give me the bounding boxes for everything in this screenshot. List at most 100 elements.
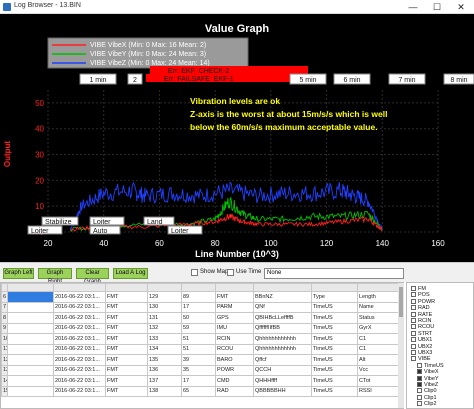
table-cell[interactable]: FMT [105,301,148,313]
tree-item-checkbox[interactable] [417,362,422,368]
table-cell[interactable]: FMT [105,333,148,345]
table-cell[interactable]: TimeUS [311,354,358,366]
use-time-checkbox[interactable] [227,269,234,276]
table-cell[interactable]: FMT [215,291,254,303]
table-cell[interactable]: TimeUS [311,343,358,355]
table-cell[interactable]: FMT [105,322,148,334]
log-data-grid[interactable]: 6 2016-06-22 03:1... FMT 129 89 FMT BBnNZ Type L… [0,282,404,409]
tree-item[interactable]: FM [411,286,426,292]
table-cell[interactable]: 51 [181,333,216,345]
table-cell[interactable] [7,291,54,303]
table-cell[interactable]: BARO [215,354,254,366]
tree-item-checkbox[interactable] [411,330,416,336]
table-cell[interactable]: 2016-06-22 03:1... [53,354,106,366]
field-tree[interactable]: FM POS POWR RAD RATE RCIN RCOU STRT UBX1 UBX2 UBX3… [406,282,474,409]
clear-graph-button[interactable]: Clear Graph [76,268,109,285]
table-cell[interactable]: 35 [181,364,216,376]
tree-item[interactable]: TimeUS [417,362,444,369]
table-cell[interactable]: 129 [147,291,182,303]
tree-item-checkbox[interactable] [417,394,422,400]
table-cell[interactable] [7,375,54,387]
table-cell[interactable]: PARM [215,301,254,313]
load-log-button[interactable]: Load A Log [113,268,148,279]
table-cell[interactable]: 2016-06-22 03:1... [53,333,106,345]
tree-item[interactable]: RAD [411,305,430,311]
table-cell[interactable]: 138 [147,385,182,397]
table-row[interactable]: 9 2016-06-22 03:1... FMT 132 59 IMU QffffffIIf… [1,322,403,334]
table-cell[interactable]: TimeUS [311,322,358,334]
table-cell[interactable]: QCCH [253,364,312,376]
tree-item-checkbox[interactable] [417,369,422,375]
tree-item[interactable]: Clip2 [417,401,437,407]
tree-item-checkbox[interactable] [417,388,422,394]
table-cell[interactable]: GPS [215,312,254,324]
table-cell[interactable]: 59 [181,322,216,334]
table-cell[interactable]: FMT [105,385,148,397]
table-cell[interactable] [7,385,54,397]
table-cell[interactable]: 50 [181,312,216,324]
table-row[interactable]: 112016-06-22 03:1...FMT13451RCOUQhhhhhhh… [1,343,403,355]
table-row[interactable]: 7 2016-06-22 03:1... FMT 130 17 PARM QNf TimeUS… [1,301,403,313]
tree-item[interactable]: UBX2 [411,343,432,350]
tree-item-checkbox[interactable] [417,375,422,381]
tree-item[interactable]: Clip1 [417,394,437,401]
scrollbar-thumb[interactable] [399,287,403,317]
table-cell[interactable]: 17 [181,375,216,387]
table-cell[interactable]: FMT [105,364,148,376]
tree-item-checkbox[interactable] [411,343,416,349]
tree-item-checkbox[interactable] [411,337,416,343]
tree-item-checkbox[interactable] [417,401,422,407]
table-cell[interactable]: RCIN [215,333,254,345]
table-cell[interactable]: FMT [105,375,148,387]
table-cell[interactable]: 137 [147,375,182,387]
table-cell[interactable]: 136 [147,364,182,376]
table-cell[interactable]: 2016-06-22 03:1... [53,312,106,324]
table-row[interactable]: 152016-06-22 03:1...FMT13865RADQBBBBBHHT… [1,385,403,397]
table-cell[interactable]: Type [311,291,358,303]
table-cell[interactable]: FMT [105,312,148,324]
table-cell[interactable]: 130 [147,301,182,313]
value-graph[interactable]: Value Graph VIBE VibeX (Min: 0 Max: 16 M… [0,14,474,262]
table-cell[interactable]: QffffffIIfBB [253,322,312,334]
table-row[interactable]: 8 2016-06-22 03:1... FMT 131 50 GPS QBIHBcLLef… [1,312,403,324]
table-cell[interactable]: RCOU [215,343,254,355]
table-cell[interactable]: QBIHBcLLeffffB [253,312,312,324]
table-cell[interactable] [7,322,54,334]
table-cell[interactable] [7,343,54,355]
tree-item[interactable]: VIBE [411,356,431,362]
table-cell[interactable]: 39 [181,354,216,366]
table-cell[interactable]: BBnNZ [253,291,312,303]
graph-canvas[interactable]: Value Graph VIBE VibeX (Min: 0 Max: 16 M… [0,14,474,262]
table-cell[interactable]: 2016-06-22 03:1... [53,375,106,387]
table-cell[interactable]: 2016-06-22 03:1... [53,322,106,334]
table-cell[interactable]: POWR [215,364,254,376]
table-cell[interactable]: Qhhhhhhhhhhhh [253,343,312,355]
tree-item[interactable]: VibeZ [417,382,438,388]
graph-left-button[interactable]: Graph Left [3,268,34,279]
table-cell[interactable]: TimeUS [311,385,358,397]
table-cell[interactable] [7,301,54,313]
maximize-button[interactable]: ☐ [426,0,448,14]
table-cell[interactable]: FMT [105,343,148,355]
table-scrollbar[interactable] [398,283,404,408]
table-cell[interactable]: TimeUS [311,364,358,376]
tree-item[interactable]: RATE [411,311,432,318]
table-cell[interactable]: TimeUS [311,312,358,324]
table-cell[interactable]: 17 [181,301,216,313]
tree-item-checkbox[interactable] [411,286,416,291]
table-cell[interactable]: 134 [147,343,182,355]
table-row[interactable]: 102016-06-22 03:1...FMT13351RCINQhhhhhhh… [1,333,403,345]
table-cell[interactable]: 2016-06-22 03:1... [53,301,106,313]
tree-item-checkbox[interactable] [411,356,416,362]
tree-item[interactable]: UBX1 [411,337,432,343]
tree-item[interactable]: UBX3 [411,350,432,356]
table-cell[interactable] [7,364,54,376]
table-cell[interactable]: RAD [215,385,254,397]
table-cell[interactable]: FMT [105,354,148,366]
table-cell[interactable]: QHHHffff [253,375,312,387]
tree-item[interactable]: Clip0 [417,388,437,394]
table-cell[interactable]: TimeUS [311,301,358,313]
table-cell[interactable]: 135 [147,354,182,366]
table-cell[interactable]: 2016-06-22 03:1... [53,385,106,397]
table-cell[interactable] [7,354,54,366]
